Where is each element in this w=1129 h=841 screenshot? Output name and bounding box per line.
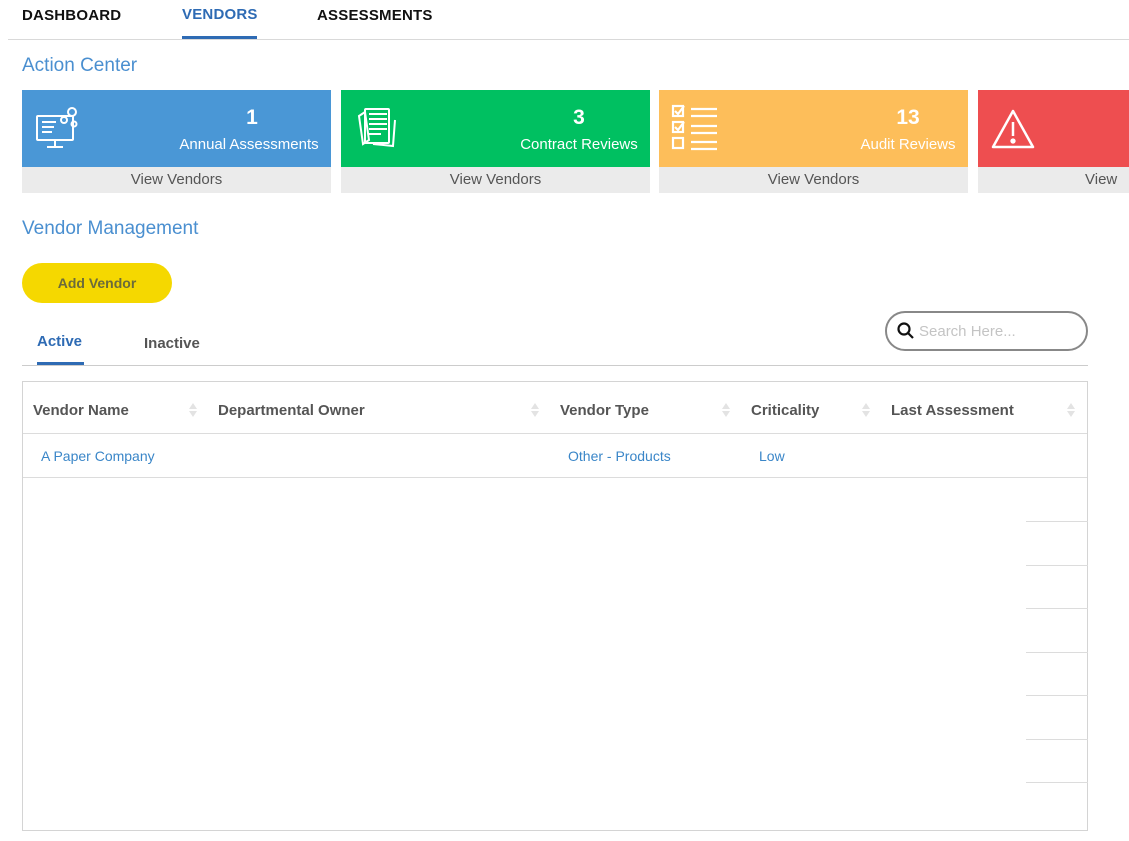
- nav-vendors[interactable]: VENDORS: [182, 6, 258, 23]
- warning-icon: [990, 108, 1036, 155]
- row-divider: [1026, 695, 1088, 696]
- row-divider: [1026, 608, 1088, 609]
- add-vendor-button[interactable]: Add Vendor: [22, 263, 172, 303]
- column-criticality[interactable]: Criticality: [751, 402, 819, 419]
- tab-active-indicator: [37, 362, 84, 365]
- vendor-management-title: Vendor Management: [22, 218, 199, 239]
- tab-inactive[interactable]: Inactive: [144, 335, 200, 352]
- table-row[interactable]: A Paper Company Other - Products Low: [23, 434, 1087, 478]
- checklist-icon: [671, 104, 719, 157]
- card-view-vendors-link[interactable]: View V: [978, 167, 1129, 193]
- card-contract-reviews: 3 Contract Reviews View Vendors: [341, 90, 650, 193]
- nav-assessments[interactable]: ASSESSMENTS: [317, 7, 433, 24]
- row-divider: [1026, 521, 1088, 522]
- card-audit-reviews-body[interactable]: 13 Audit Reviews: [659, 90, 968, 167]
- row-divider: [1026, 739, 1088, 740]
- card-audit-reviews: 13 Audit Reviews View Vendors: [659, 90, 968, 193]
- nav-active-indicator: [182, 36, 257, 39]
- search-box: [885, 311, 1088, 351]
- row-divider: [1026, 652, 1088, 653]
- cell-vendor-name[interactable]: A Paper Company: [41, 448, 155, 464]
- card-view-vendors-link[interactable]: View Vendors: [659, 167, 968, 193]
- card-annual-assessments: 1 Annual Assessments View Vendors: [22, 90, 331, 193]
- card-view-vendors-link[interactable]: View Vendors: [341, 167, 650, 193]
- row-divider: [1026, 565, 1088, 566]
- documents-icon: [353, 106, 399, 157]
- vendor-table: Vendor Name Departmental Owner Vendor Ty…: [22, 381, 1088, 831]
- card-view-vendors-link[interactable]: View Vendors: [22, 167, 331, 193]
- column-vendor-type[interactable]: Vendor Type: [560, 402, 649, 419]
- card-alerts-body[interactable]: [978, 90, 1129, 167]
- top-nav: DASHBOARD VENDORS ASSESSMENTS: [8, 0, 1129, 40]
- cell-vendor-type: Other - Products: [568, 448, 671, 464]
- card-contract-reviews-body[interactable]: 3 Contract Reviews: [341, 90, 650, 167]
- sort-icon[interactable]: [531, 403, 539, 417]
- card-alerts: View V: [978, 90, 1129, 193]
- nav-dashboard[interactable]: DASHBOARD: [22, 7, 121, 24]
- column-departmental-owner[interactable]: Departmental Owner: [218, 402, 365, 419]
- tab-active[interactable]: Active: [37, 333, 82, 350]
- table-header: Vendor Name Departmental Owner Vendor Ty…: [23, 382, 1087, 434]
- row-divider: [1026, 782, 1088, 783]
- sort-icon[interactable]: [862, 403, 870, 417]
- cell-criticality: Low: [759, 448, 785, 464]
- card-label: Contract Reviews: [520, 136, 638, 153]
- card-annual-assessments-body[interactable]: 1 Annual Assessments: [22, 90, 331, 167]
- card-count: 3: [573, 106, 585, 129]
- search-input[interactable]: [919, 321, 1079, 341]
- sort-icon[interactable]: [189, 403, 197, 417]
- column-vendor-name[interactable]: Vendor Name: [33, 402, 129, 419]
- card-label: Annual Assessments: [179, 136, 319, 153]
- action-center-title: Action Center: [22, 55, 138, 76]
- sort-icon[interactable]: [722, 403, 730, 417]
- card-count: 13: [896, 106, 920, 129]
- card-count: 1: [246, 106, 258, 129]
- sort-icon[interactable]: [1067, 403, 1075, 417]
- search-icon: [897, 322, 915, 345]
- column-last-assessment[interactable]: Last Assessment: [891, 402, 1014, 419]
- card-label: Audit Reviews: [860, 136, 956, 153]
- monitor-gear-icon: [34, 104, 82, 155]
